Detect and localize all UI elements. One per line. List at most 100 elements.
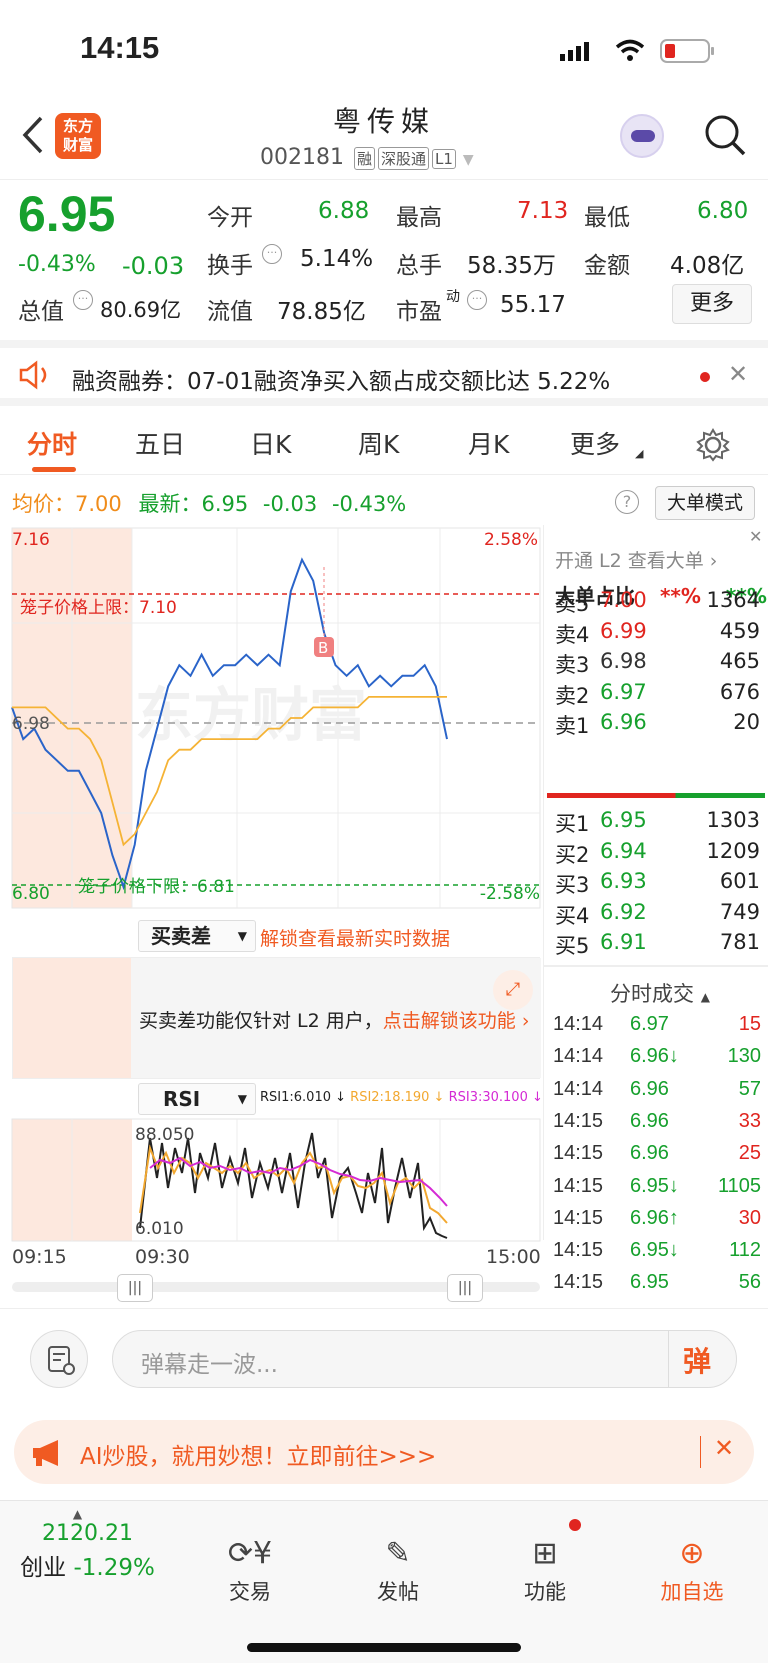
ask-price: 6.96 — [600, 710, 647, 734]
bid-level: 买2 — [555, 842, 590, 867]
battery-icon — [660, 38, 716, 68]
more-button[interactable]: 更多 — [672, 284, 752, 324]
scroll-handle-right[interactable]: ||| — [447, 1274, 483, 1302]
amount-label: 金额 — [584, 253, 630, 279]
danmu-button[interactable]: 弹 — [683, 1340, 711, 1380]
buysell-msg-text: 买卖差功能仅针对 L2 用户， — [139, 1010, 383, 1032]
open-value: 6.88 — [318, 198, 370, 224]
add-circle-icon: ⊕ — [679, 1536, 705, 1571]
bid-price: 6.93 — [600, 869, 647, 893]
buysell-msg-link[interactable]: 点击解锁该功能 — [383, 1010, 516, 1032]
ask-volume: 459 — [719, 618, 760, 643]
scroll-handle-left[interactable]: ||| — [117, 1274, 153, 1302]
l2-link[interactable]: 开通 L2 查看大单 › — [555, 546, 717, 573]
rsi1-value: RSI1:6.010 ↓ — [260, 1090, 347, 1105]
tick-time: 14:15 — [553, 1109, 604, 1132]
buysell-panel: 买卖差功能仅针对 L2 用户，点击解锁该功能 › ⤢ — [12, 957, 541, 1079]
danmu-label: 弹 — [683, 1345, 712, 1378]
close-icon[interactable]: ✕ — [749, 527, 762, 546]
edit-icon: ✎ — [385, 1536, 411, 1571]
l2-link-text: 开通 L2 查看大单 — [555, 550, 704, 572]
rsi-legend: RSI1:6.010 ↓ RSI2:18.190 ↓ RSI3:30.100 ↓ — [260, 1090, 543, 1105]
current-price: 6.95 — [18, 186, 116, 242]
ask-volume: 1364 — [706, 588, 760, 612]
amount-value: 4.08亿 — [670, 253, 745, 279]
danmu-input[interactable]: 弹幕走一波... 弹 — [112, 1330, 737, 1388]
tick-price: 6.96↑ — [630, 1206, 679, 1229]
ask-volume: 20 — [733, 710, 760, 734]
tick-price: 6.97 — [630, 1013, 669, 1035]
volume-label: 总手 — [396, 253, 442, 279]
rsi-selector[interactable]: RSI ▼ — [138, 1083, 256, 1115]
tick-volume: 112 — [729, 1239, 761, 1262]
buysell-label: 买卖差 — [151, 924, 211, 948]
notes-button[interactable] — [30, 1330, 88, 1388]
speaker-icon — [19, 360, 47, 390]
tick-row: 14:15 6.95↓ 1105 — [553, 1175, 761, 1209]
tick-volume: 30 — [738, 1206, 761, 1229]
big-order-mode-button[interactable]: 大单模式 — [655, 486, 755, 520]
search-button[interactable] — [702, 112, 748, 162]
tab-weekly[interactable]: 周K — [358, 425, 399, 461]
ask-price: 7.00 — [600, 588, 647, 612]
index-ticker[interactable]: ▲ 2120.21 创业 -1.29% — [0, 1507, 175, 1582]
tick-time: 14:14 — [553, 1045, 604, 1068]
tick-price: 6.95↓ — [630, 1239, 679, 1262]
ask-price: 6.97 — [600, 679, 647, 704]
rsi-top: 88.050 — [135, 1125, 194, 1145]
turnover-label: 换手 — [207, 253, 253, 279]
tick-price: 6.96 — [630, 1142, 669, 1165]
tick-price: 6.95↓ — [630, 1174, 679, 1197]
info-icon[interactable]: ··· — [73, 290, 93, 310]
tab-monthly[interactable]: 月K — [468, 425, 509, 461]
help-icon[interactable]: ? — [615, 490, 639, 514]
tick-row: 14:14 6.97 15 — [553, 1013, 761, 1047]
ai-ad-banner[interactable]: AI炒股，就用妙想！立即前往>>> ✕ — [14, 1420, 754, 1484]
latest-change: -0.03 — [262, 492, 318, 516]
pe-value: 55.17 — [500, 292, 566, 318]
change-pct: -0.43% — [18, 252, 96, 277]
close-icon[interactable]: ✕ — [714, 1434, 734, 1462]
bid-volume: 1303 — [706, 808, 760, 832]
stock-code-row: 002181 融深股通 L1 ▼ — [260, 145, 474, 170]
ticks-title[interactable]: 分时成交 ▲ — [610, 978, 710, 1008]
change-value: -0.03 — [122, 252, 185, 280]
close-icon[interactable]: ✕ — [728, 360, 748, 388]
tab-daily[interactable]: 日K — [250, 425, 291, 461]
nav-trade-label: 交易 — [229, 1580, 271, 1604]
tab-more[interactable]: 更多 — [570, 425, 620, 461]
rsi-label: RSI — [163, 1087, 201, 1111]
buysell-selector[interactable]: 买卖差 ▼ — [138, 920, 256, 952]
ratio-bar — [547, 793, 765, 798]
mcap-label: 总值 — [18, 299, 64, 325]
signal-icon — [560, 40, 590, 61]
ask-row: 卖2 6.97 676 — [555, 680, 760, 712]
mascot-avatar[interactable] — [620, 114, 664, 158]
tick-row: 14:15 6.96↑ 30 — [553, 1207, 761, 1241]
ask-level: 卖2 — [555, 683, 590, 708]
tick-volume: 56 — [738, 1271, 761, 1294]
pe-sup: 动 — [446, 289, 460, 305]
tick-time: 14:14 — [553, 1077, 604, 1100]
bid-level: 买1 — [555, 812, 590, 836]
margin-banner[interactable]: 融资融券：07-01融资净买入额占成交额比达 5.22% ✕ — [0, 340, 768, 406]
nav-trade[interactable]: ⟳¥ 交易 — [200, 1531, 300, 1606]
dropdown-icon[interactable]: ▼ — [463, 152, 474, 168]
intraday-chart[interactable]: 东方财富 7.16 6.98 6.80 2.58% -2.58% 笼子价格上限：… — [0, 525, 545, 915]
unlock-link[interactable]: 解锁查看最新实时数据 — [260, 924, 450, 951]
tick-price: 6.96 — [630, 1077, 669, 1100]
settings-icon[interactable] — [695, 427, 731, 463]
nav-add-watchlist[interactable]: ⊕ 加自选 — [642, 1531, 742, 1606]
mcap-value: 80.69亿 — [100, 298, 182, 322]
rsi-chart[interactable]: 88.050 6.010 — [0, 1118, 545, 1243]
nav-function[interactable]: ⊞ 功能 — [495, 1519, 595, 1606]
nav-post[interactable]: ✎ 发帖 — [348, 1531, 448, 1606]
info-icon[interactable]: ··· — [467, 290, 487, 310]
info-icon[interactable]: ··· — [262, 244, 282, 264]
high-label: 最高 — [396, 205, 442, 231]
buysell-msg: 买卖差功能仅针对 L2 用户，点击解锁该功能 › — [139, 1010, 530, 1032]
trade-icon: ⟳¥ — [227, 1536, 273, 1571]
tab-intraday[interactable]: 分时 — [27, 425, 77, 461]
tab-5day[interactable]: 五日 — [135, 425, 185, 461]
expand-icon[interactable]: ⤢ — [493, 970, 533, 1010]
